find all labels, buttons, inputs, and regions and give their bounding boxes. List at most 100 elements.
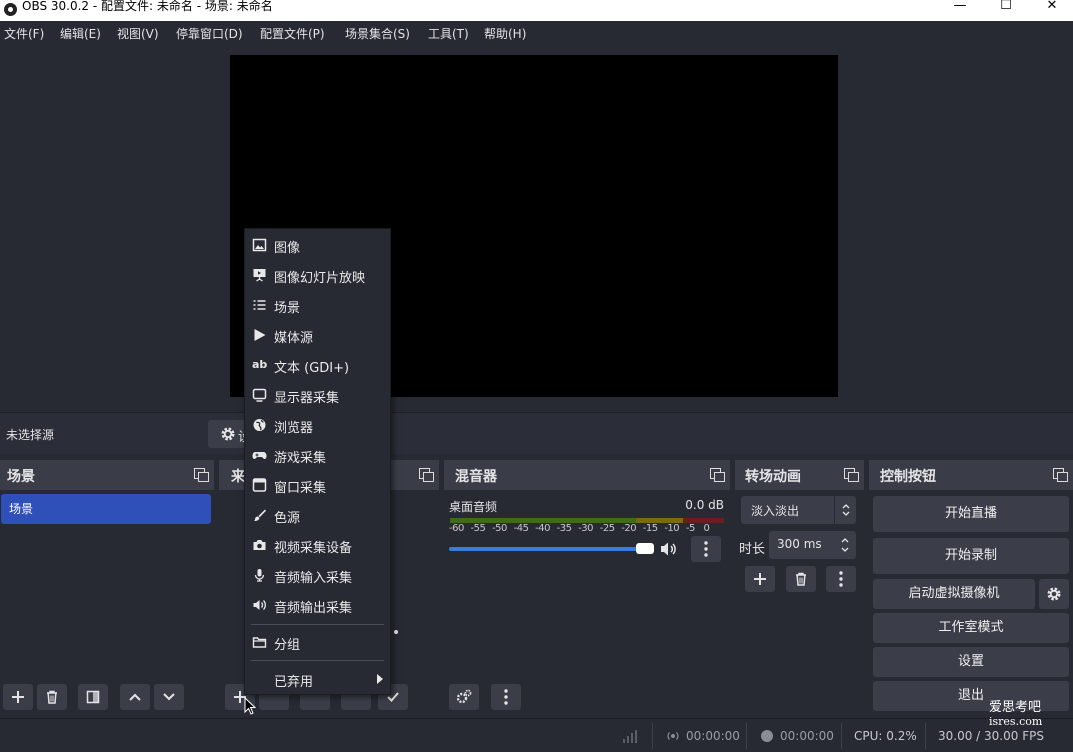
- audio-mixer-dock: 混音器 桌面音频 0.0 dB: [444, 460, 730, 717]
- menu-item-audio-output-capture[interactable]: 音频输出采集: [245, 590, 390, 620]
- menu-item-display-capture[interactable]: 显示器采集: [245, 380, 390, 410]
- menu-item-media-source[interactable]: 媒体源: [245, 320, 390, 350]
- menu-item-label: 媒体源: [274, 331, 314, 346]
- folder-icon: [252, 637, 267, 648]
- start-recording-button[interactable]: 开始录制: [873, 538, 1069, 574]
- add-scene-button[interactable]: [3, 684, 33, 710]
- play-icon: [254, 329, 266, 341]
- tick-label: -20: [621, 523, 637, 534]
- maximize-button[interactable]: ☐: [983, 0, 1029, 21]
- status-divider: [652, 723, 653, 749]
- menu-edit[interactable]: 编辑(E): [60, 25, 101, 42]
- remove-transition-button[interactable]: [786, 566, 816, 592]
- plus-icon: [12, 691, 24, 703]
- mixer-track-name: 桌面音频: [449, 500, 498, 514]
- track-menu-button[interactable]: [691, 536, 721, 562]
- menu-item-audio-input-capture[interactable]: 音频输入采集: [245, 560, 390, 590]
- monitor-icon: [252, 388, 267, 402]
- menu-item-scene[interactable]: 场景: [245, 290, 390, 320]
- add-transition-button[interactable]: [745, 566, 775, 592]
- start-virtual-camera-button[interactable]: 启动虚拟摄像机: [873, 579, 1035, 609]
- mouse-cursor-icon: [244, 697, 256, 715]
- scenes-dock-header: 场景: [0, 460, 214, 490]
- menu-item-label: 色源: [274, 511, 301, 526]
- duration-label: 时长: [739, 542, 766, 557]
- move-scene-up-button[interactable]: [120, 684, 150, 710]
- scene-filters-button[interactable]: [78, 684, 108, 710]
- mixer-track-level: 0.0 dB: [685, 498, 724, 512]
- window-title: OBS 30.0.2 - 配置文件: 未命名 - 场景: 未命名: [22, 0, 273, 13]
- volume-slider-handle[interactable]: [636, 543, 654, 554]
- speaker-icon[interactable]: [660, 541, 678, 557]
- volume-meter-ticks: -60 -55 -50 -45 -40 -35 -30 -25 -20 -15 …: [449, 523, 710, 534]
- menu-docks[interactable]: 停靠窗口(D): [176, 25, 243, 42]
- undock-icon[interactable]: [194, 468, 209, 482]
- more-vertical-icon: [839, 571, 843, 587]
- menu-item-color-source[interactable]: 色源: [245, 500, 390, 530]
- menu-item-label: 已弃用: [274, 675, 314, 690]
- menu-item-group[interactable]: 分组: [245, 627, 390, 657]
- menu-file[interactable]: 文件(F): [4, 25, 44, 42]
- menu-help[interactable]: 帮助(H): [484, 25, 526, 42]
- undock-icon[interactable]: [844, 468, 859, 482]
- tick-label: -5: [685, 523, 695, 534]
- menu-separator: [251, 624, 384, 625]
- menu-item-text-gdi[interactable]: ab 文本 (GDI+): [245, 350, 390, 380]
- minimize-button[interactable]: —: [937, 0, 983, 21]
- menu-item-label: 文本 (GDI+): [274, 361, 350, 376]
- virtual-camera-settings-button[interactable]: [1039, 579, 1069, 609]
- menu-item-deprecated[interactable]: 已弃用: [245, 664, 390, 694]
- settings-button[interactable]: 设置: [873, 647, 1069, 677]
- menu-item-browser[interactable]: 浏览器: [245, 410, 390, 440]
- menu-item-image-slideshow[interactable]: 图像幻灯片放映: [245, 260, 390, 290]
- close-button[interactable]: ✕: [1029, 0, 1073, 21]
- menu-item-game-capture[interactable]: 游戏采集: [245, 440, 390, 470]
- menu-item-label: 音频输出采集: [274, 601, 353, 616]
- undock-icon[interactable]: [1053, 468, 1068, 482]
- more-vertical-icon: [504, 689, 508, 705]
- transitions-dock: 转场动画 淡入淡出 时长 300 ms: [735, 460, 864, 717]
- menu-tools[interactable]: 工具(T): [428, 25, 469, 42]
- stream-time: 00:00:00: [686, 729, 740, 743]
- menu-item-label: 窗口采集: [274, 481, 327, 496]
- period-mark: [394, 630, 398, 634]
- tick-label: -60: [449, 523, 464, 534]
- mixer-menu-button[interactable]: [491, 684, 521, 710]
- list-icon: [253, 300, 266, 310]
- controls-dock-title: 控制按钮: [880, 469, 936, 485]
- undock-icon[interactable]: [710, 468, 725, 482]
- watermark-line1: 爱思考吧: [989, 700, 1042, 715]
- duration-spinbox[interactable]: 300 ms: [769, 531, 856, 559]
- undock-icon[interactable]: [419, 468, 434, 482]
- studio-mode-button[interactable]: 工作室模式: [873, 613, 1069, 643]
- speaker-icon: [253, 600, 266, 610]
- remove-scene-button[interactable]: [37, 684, 67, 710]
- mixer-settings-button[interactable]: [449, 684, 479, 710]
- brush-icon: [253, 509, 266, 521]
- no-source-label: 未选择源: [6, 428, 55, 442]
- scenes-list: 场景: [0, 490, 214, 717]
- transitions-dock-header: 转场动画: [735, 460, 864, 490]
- transition-menu-button[interactable]: [826, 566, 856, 592]
- obs-logo-icon: [4, 3, 17, 16]
- status-divider: [841, 723, 842, 749]
- start-streaming-button[interactable]: 开始直播: [873, 496, 1069, 532]
- status-divider: [925, 723, 926, 749]
- menu-view[interactable]: 视图(V): [117, 25, 159, 42]
- menu-profile[interactable]: 配置文件(P): [260, 25, 325, 42]
- slideshow-icon: [253, 269, 266, 282]
- volume-slider[interactable]: [449, 547, 654, 551]
- properties-button[interactable]: 设: [208, 420, 251, 448]
- menu-separator: [251, 660, 384, 661]
- menu-item-label: 浏览器: [274, 421, 314, 436]
- menu-item-video-capture-device[interactable]: 视频采集设备: [245, 530, 390, 560]
- transition-select[interactable]: 淡入淡出: [741, 496, 856, 524]
- menu-item-image[interactable]: 图像: [245, 230, 390, 260]
- menu-scene-collection[interactable]: 场景集合(S): [345, 25, 410, 42]
- move-scene-down-button[interactable]: [154, 684, 184, 710]
- tick-label: -40: [535, 523, 550, 534]
- menu-item-window-capture[interactable]: 窗口采集: [245, 470, 390, 500]
- scene-list-item[interactable]: 场景: [1, 494, 211, 524]
- tick-label: -25: [599, 523, 615, 534]
- plus-icon: [754, 573, 766, 585]
